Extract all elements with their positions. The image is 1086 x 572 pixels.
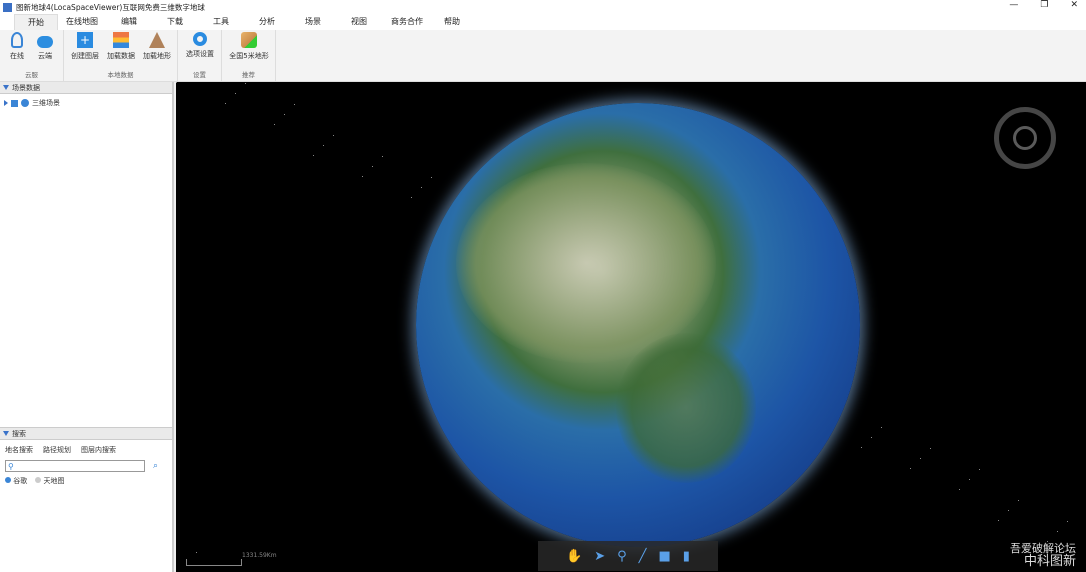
search-icon[interactable]: ⌕ [153,461,158,471]
cloud-icon [37,36,53,48]
ribbon: 在线 云端 云服 + 创建图层 加载数据 加载地形 本地数据 选项设置 设置 全国… [0,30,1086,82]
menu-bar: 开始 在线地图 编辑 下载 工具 分析 场景 视图 商务合作 帮助 [0,14,1086,30]
search-input[interactable]: ⚲ [5,460,145,472]
title-bar: 图新地球4(LocaSpaceViewer)互联网免费三维数字地球 — ❐ ✕ [0,0,1086,14]
star [274,124,275,125]
star [1008,510,1009,511]
polygon-icon[interactable]: ■ [659,549,671,564]
star [176,82,177,83]
group-settings: 选项设置 设置 [178,30,222,82]
scale-bar: 1331.59Km [186,552,277,566]
navigation-compass[interactable] [994,107,1056,169]
radio-tianditu[interactable]: 天地图 [35,476,64,486]
tab-scene[interactable]: 场景 [290,14,336,30]
move-icon [1013,126,1037,150]
tab-route-planning[interactable]: 路径规划 [43,445,71,455]
star [382,156,383,157]
expand-icon[interactable] [4,100,8,106]
hand-pan-icon[interactable]: ✋ [566,549,582,564]
load-data-button[interactable]: 加载数据 [104,32,138,61]
tab-start[interactable]: 开始 [14,14,58,30]
line-icon[interactable]: ╱ [639,549,647,564]
star [930,448,931,449]
tab-help[interactable]: 帮助 [432,14,472,30]
online-button[interactable]: 在线 [4,32,30,61]
tab-edit[interactable]: 编辑 [106,14,152,30]
search-panel-header[interactable]: 搜索 [0,428,172,440]
location-pin-icon: ⚲ [8,461,14,471]
close-button[interactable]: ✕ [1070,0,1078,10]
star [362,176,363,177]
left-panel: 场景数据 三维场景 搜索 地名搜索 路径规划 图层内搜索 ⚲ ⌕ 谷歌 天地图 [0,82,174,572]
national-terrain-button[interactable]: 全国5米地形 [226,32,272,61]
star [372,166,373,167]
star [998,520,999,521]
add-layer-icon: + [77,32,93,48]
tree-item-3d-scene[interactable]: 三维场景 [0,94,172,112]
star [225,103,226,104]
scene-panel-header[interactable]: 场景数据 [0,82,172,94]
collapse-icon [3,431,9,436]
group-cloud: 在线 云端 云服 [0,30,64,82]
placemark-icon[interactable]: ⚲ [617,549,627,564]
star [313,155,314,156]
star [284,114,285,115]
tab-view[interactable]: 视图 [336,14,382,30]
tab-layer-search[interactable]: 图层内搜索 [81,445,116,455]
app-icon [3,2,12,12]
map-toolbar: ✋ ➤ ⚲ ╱ ■ ▮ [538,541,718,571]
checkbox[interactable] [11,99,18,107]
tab-download[interactable]: 下载 [152,14,198,30]
gear-icon [193,32,207,46]
star [421,187,422,188]
minimize-button[interactable]: — [1009,0,1018,10]
star [323,145,324,146]
tab-tools[interactable]: 工具 [198,14,244,30]
star [979,469,980,470]
tab-online-map[interactable]: 在线地图 [58,14,106,30]
star [1018,500,1019,501]
tab-place-search[interactable]: 地名搜索 [5,445,33,455]
load-terrain-button[interactable]: 加载地形 [140,32,174,61]
globe-icon [21,99,29,107]
globe[interactable] [416,103,860,547]
group-recommend: 全国5米地形 推荐 [222,30,276,82]
window-title: 图新地球4(LocaSpaceViewer)互联网免费三维数字地球 [16,2,205,12]
user-icon [11,32,23,48]
layers-icon [113,32,129,48]
map-view[interactable]: 1331.59Km ✋ ➤ ⚲ ╱ ■ ▮ 吾爱破解论坛 中科图新 [176,82,1086,572]
star [333,135,334,136]
star [910,468,911,469]
cloud-button[interactable]: 云端 [32,32,58,61]
star [969,479,970,480]
star [881,427,882,428]
pointer-select-icon[interactable]: ➤ [594,549,605,564]
collapse-icon [3,85,9,90]
star [861,447,862,448]
star [245,83,246,84]
star [1057,531,1058,532]
terrain-add-icon [241,32,257,48]
tab-analysis[interactable]: 分析 [244,14,290,30]
star [411,197,412,198]
watermark: 吾爱破解论坛 中科图新 [1010,542,1076,569]
radio-google[interactable]: 谷歌 [5,476,27,486]
star [294,104,295,105]
options-button[interactable]: 选项设置 [182,32,218,59]
star [431,177,432,178]
create-layer-button[interactable]: + 创建图层 [68,32,102,61]
search-panel: 搜索 地名搜索 路径规划 图层内搜索 ⚲ ⌕ 谷歌 天地图 [0,427,172,572]
star [920,458,921,459]
star [871,437,872,438]
terrain-icon [149,32,165,48]
maximize-button[interactable]: ❐ [1040,0,1048,10]
group-local-data: + 创建图层 加载数据 加载地形 本地数据 [64,30,178,82]
star [235,93,236,94]
tab-business[interactable]: 商务合作 [382,14,432,30]
star [959,489,960,490]
star [1067,521,1068,522]
measure-icon[interactable]: ▮ [683,549,690,564]
